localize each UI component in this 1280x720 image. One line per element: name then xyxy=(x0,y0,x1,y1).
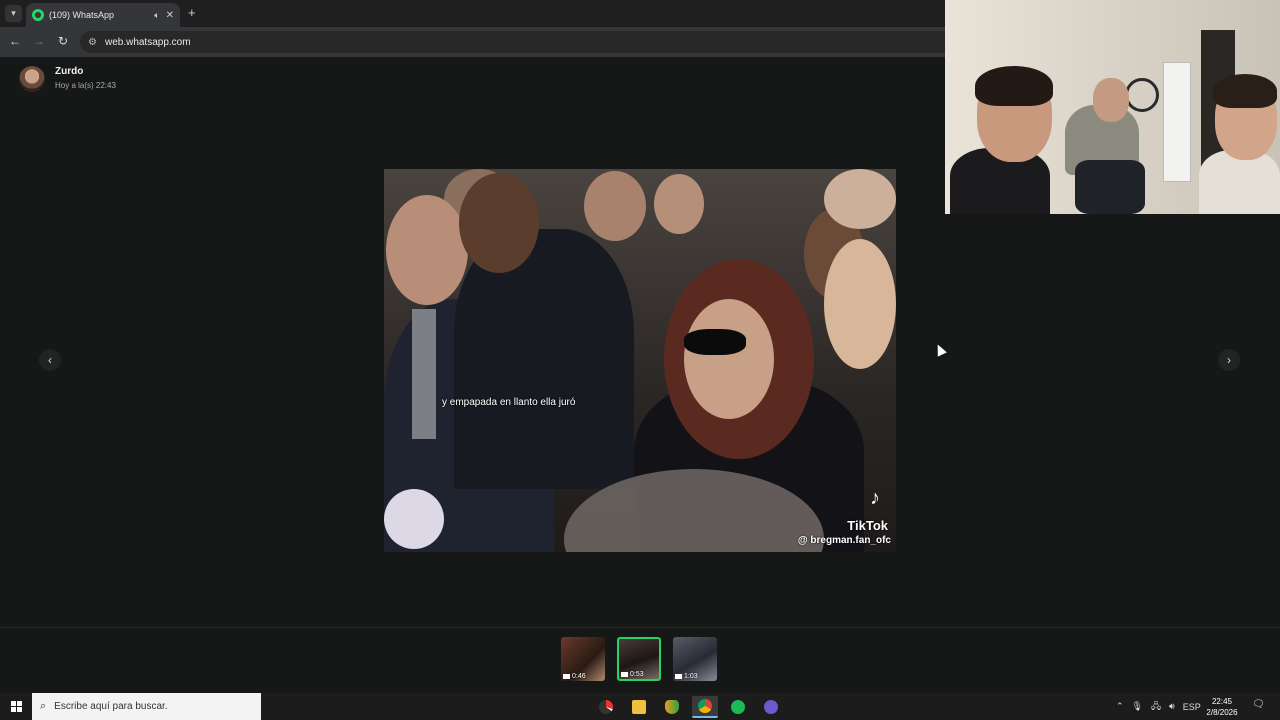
tiktok-handle: @ bregman.fan_ofc xyxy=(797,535,891,546)
site-settings-icon[interactable]: ⚙︎ xyxy=(88,37,97,48)
app-icon xyxy=(599,700,613,714)
forward-arrow-icon[interactable]: → xyxy=(31,34,47,48)
whatsapp-icon xyxy=(32,9,44,21)
video-player[interactable]: y empapada en llanto ella juró ♪ TikTok … xyxy=(384,169,896,552)
url-text: web.whatsapp.com xyxy=(104,36,191,48)
video-caption: y empapada en llanto ella juró xyxy=(442,397,576,408)
sender-time: Hoy a la(s) 22:43 xyxy=(55,81,116,90)
notification-icon[interactable]: 🗨︎ xyxy=(1252,699,1265,710)
thumbnail-duration-text: 0:46 xyxy=(572,673,586,680)
webcam-person xyxy=(1093,78,1129,122)
start-button[interactable] xyxy=(0,693,32,720)
browser-tab-whatsapp[interactable]: (109) WhatsApp 🔈︎ ✕ xyxy=(26,3,180,27)
webcam-person xyxy=(1075,160,1145,214)
chrome-icon xyxy=(698,699,712,713)
chevron-up-icon[interactable]: ⌃ xyxy=(1116,701,1124,712)
media-viewer-header: Zurdo Hoy a la(s) 22:43 xyxy=(0,58,945,108)
microphone-icon[interactable]: 🎙︎ xyxy=(1132,701,1143,712)
video-figure xyxy=(584,171,646,241)
clock-time: 22:45 xyxy=(1211,697,1233,706)
screen: ▾ (109) WhatsApp 🔈︎ ✕ + ← → ↻ ⚙︎ web.wha… xyxy=(0,0,1280,720)
video-camera-icon xyxy=(675,673,682,679)
taskbar-app-1[interactable] xyxy=(593,696,619,718)
spotify-icon xyxy=(731,700,745,714)
browser-toolbar: ← → ↻ ⚙︎ web.whatsapp.com xyxy=(0,27,945,57)
webcam-fan xyxy=(1125,78,1159,112)
search-input[interactable] xyxy=(54,701,245,712)
close-icon[interactable]: ✕ xyxy=(166,10,174,21)
media-thumbnail-selected[interactable]: 0:53 xyxy=(617,637,661,681)
taskbar-chrome[interactable] xyxy=(692,696,718,718)
thumbnail-duration-text: 0:53 xyxy=(630,671,644,678)
back-arrow-icon[interactable]: ← xyxy=(7,34,23,48)
reload-icon[interactable]: ↻ xyxy=(55,34,71,48)
video-figure xyxy=(384,489,444,549)
windows-taskbar: ⌕ ⌃ 🎙︎ 🖧︎ 🔊︎ ESP 22:45 2/8/2026 🗨︎ xyxy=(0,693,1280,720)
video-figure xyxy=(412,309,436,439)
previous-media-button[interactable]: ‹ xyxy=(39,349,61,371)
app-icon xyxy=(764,700,778,714)
taskbar-spotify[interactable] xyxy=(725,696,751,718)
speaker-icon[interactable]: 🔈︎ xyxy=(154,10,159,21)
taskbar-file-explorer[interactable] xyxy=(626,696,652,718)
media-thumbnail[interactable]: 1:03 xyxy=(673,637,717,681)
chevron-down-icon[interactable]: ▾ xyxy=(5,5,22,22)
media-thumbnail-strip: 0:46 0:53 1:03 xyxy=(0,627,1280,690)
browser-tab-strip: ▾ (109) WhatsApp 🔈︎ ✕ + xyxy=(0,0,945,27)
media-thumbnail[interactable]: 0:46 xyxy=(561,637,605,681)
volume-icon[interactable]: 🔊︎ xyxy=(1169,701,1175,712)
webcam-person xyxy=(1213,74,1277,108)
folder-icon xyxy=(632,700,646,714)
webcam-person xyxy=(975,66,1053,106)
video-figure xyxy=(459,173,539,273)
app-icon xyxy=(665,700,679,714)
tiktok-watermark: TikTok xyxy=(847,518,888,533)
tab-title: (109) WhatsApp xyxy=(49,10,115,20)
windows-logo-icon xyxy=(10,701,22,712)
avatar[interactable] xyxy=(19,66,45,92)
video-figure xyxy=(654,174,704,234)
taskbar-app-3[interactable] xyxy=(659,696,685,718)
next-media-button[interactable]: › xyxy=(1218,349,1240,371)
sender-name: Zurdo xyxy=(55,66,84,77)
video-figure xyxy=(824,239,896,369)
taskbar-search[interactable]: ⌕ xyxy=(32,693,261,720)
thumbnail-duration: 0:53 xyxy=(621,671,644,678)
thumbnail-duration-text: 1:03 xyxy=(684,673,698,680)
mouse-cursor-icon xyxy=(933,342,947,357)
video-figure xyxy=(386,195,468,305)
video-figure xyxy=(824,169,896,229)
taskbar-clock[interactable]: 22:45 2/8/2026 xyxy=(1202,696,1242,718)
video-camera-icon xyxy=(621,671,628,677)
thumbnail-duration: 1:03 xyxy=(675,673,698,680)
video-figure xyxy=(684,329,746,355)
plus-icon[interactable]: + xyxy=(188,5,196,20)
system-tray: ⌃ 🎙︎ 🖧︎ 🔊︎ ESP xyxy=(1116,693,1201,720)
language-indicator[interactable]: ESP xyxy=(1183,702,1201,712)
thumbnail-duration: 0:46 xyxy=(563,673,586,680)
search-icon: ⌕ xyxy=(40,700,47,712)
webcam-overlay xyxy=(945,0,1280,214)
video-camera-icon xyxy=(563,673,570,679)
webcam-shelf xyxy=(1163,62,1191,182)
network-icon[interactable]: 🖧︎ xyxy=(1151,699,1161,715)
taskbar-app-6[interactable] xyxy=(758,696,784,718)
video-figure xyxy=(684,299,774,419)
clock-date: 2/8/2026 xyxy=(1206,708,1238,717)
tiktok-logo-icon: ♪ xyxy=(870,487,880,509)
address-bar[interactable]: ⚙︎ web.whatsapp.com xyxy=(80,31,945,53)
